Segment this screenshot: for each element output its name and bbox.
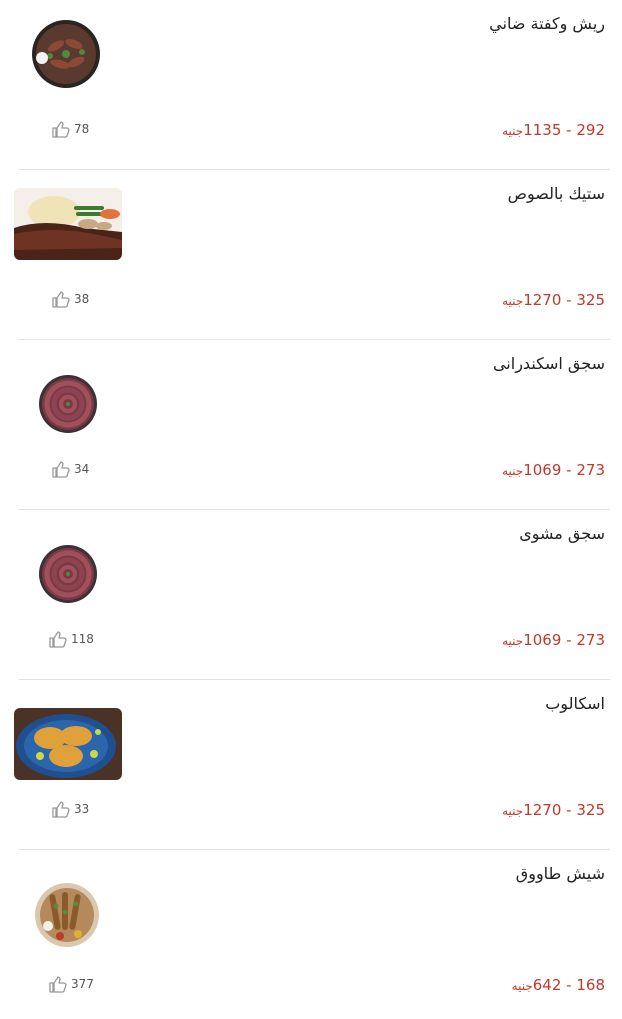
item-price: 325 - 1270جنيه xyxy=(502,800,605,819)
thumbs-up-icon xyxy=(51,290,71,308)
like-count: 34 xyxy=(74,462,90,476)
escalope-plate-icon[interactable] xyxy=(14,708,122,780)
item-price: 168 - 642جنيه xyxy=(512,975,605,994)
item-price: 325 - 1270جنيه xyxy=(502,290,605,309)
like-count: 38 xyxy=(74,292,90,306)
like-button[interactable]: 33 xyxy=(51,800,89,818)
item-name: شيش طاووق xyxy=(515,864,605,883)
shish-tawook-icon[interactable] xyxy=(34,882,100,948)
currency-label: جنيه xyxy=(502,634,524,648)
like-count: 118 xyxy=(71,632,94,646)
currency-label: جنيه xyxy=(502,464,524,478)
thumbs-up-icon xyxy=(51,800,71,818)
price-range: 325 - 1270 xyxy=(523,291,605,309)
price-range: 168 - 642 xyxy=(532,976,605,994)
steak-plate-icon[interactable] xyxy=(14,188,122,260)
menu-item[interactable]: سجق مشوى 273 - 1069جنيه 118 xyxy=(0,510,622,680)
thumbs-up-icon xyxy=(51,120,71,138)
like-button[interactable]: 377 xyxy=(48,975,94,993)
menu-item[interactable]: شيش طاووق 168 - 642جنيه 377 xyxy=(0,850,622,1019)
price-range: 273 - 1069 xyxy=(523,461,605,479)
currency-label: جنيه xyxy=(502,804,524,818)
price-range: 273 - 1069 xyxy=(523,631,605,649)
currency-label: جنيه xyxy=(502,124,524,138)
menu-list: ريش وكفتة ضاني 292 - 1135جنيه 78 ستيك با… xyxy=(0,0,622,1019)
like-button[interactable]: 38 xyxy=(51,290,89,308)
price-range: 292 - 1135 xyxy=(523,121,605,139)
sausage-coil-icon[interactable] xyxy=(38,544,98,604)
thumbs-up-icon xyxy=(51,460,71,478)
menu-item[interactable]: سجق اسكندرانى 273 - 1069جنيه 34 xyxy=(0,340,622,510)
thumbs-up-icon xyxy=(48,975,68,993)
like-button[interactable]: 34 xyxy=(51,460,89,478)
menu-item[interactable]: اسكالوب 325 - 1270جنيه 33 xyxy=(0,680,622,850)
menu-item[interactable]: ستيك بالصوص 325 - 1270جنيه 38 xyxy=(0,170,622,340)
currency-label: جنيه xyxy=(502,294,524,308)
grill-platter-icon[interactable] xyxy=(30,18,102,90)
like-count: 78 xyxy=(74,122,90,136)
item-name: ريش وكفتة ضاني xyxy=(489,14,605,33)
item-price: 292 - 1135جنيه xyxy=(502,120,605,139)
item-name: اسكالوب xyxy=(545,694,605,713)
sausage-coil-icon[interactable] xyxy=(38,374,98,434)
currency-label: جنيه xyxy=(511,979,533,993)
item-name: سجق اسكندرانى xyxy=(492,354,605,373)
item-name: سجق مشوى xyxy=(519,524,605,543)
item-price: 273 - 1069جنيه xyxy=(502,460,605,479)
like-button[interactable]: 78 xyxy=(51,120,89,138)
like-count: 33 xyxy=(74,802,90,816)
item-name: ستيك بالصوص xyxy=(507,184,605,203)
item-price: 273 - 1069جنيه xyxy=(502,630,605,649)
thumbs-up-icon xyxy=(48,630,68,648)
like-button[interactable]: 118 xyxy=(48,630,94,648)
like-count: 377 xyxy=(71,977,94,991)
menu-item[interactable]: ريش وكفتة ضاني 292 - 1135جنيه 78 xyxy=(0,0,622,170)
price-range: 325 - 1270 xyxy=(523,801,605,819)
